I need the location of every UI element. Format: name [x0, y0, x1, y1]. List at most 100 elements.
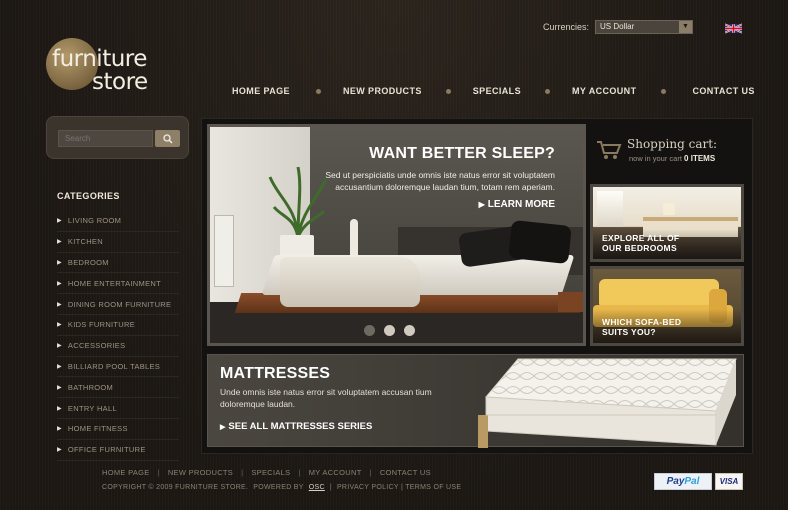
- paypal-text-pay: Pay: [666, 476, 685, 487]
- footer-separator: |: [298, 468, 301, 477]
- category-item-home-fitness[interactable]: ▶ HOME FITNESS: [57, 419, 179, 440]
- arrow-right-icon: ▶: [57, 405, 62, 412]
- hero-copy: WANT BETTER SLEEP? Sed ut perspiciatis u…: [325, 145, 555, 210]
- currency-selector: Currencies: US Dollar ▼: [543, 20, 694, 34]
- nav-specials[interactable]: SPECIALS: [473, 86, 521, 96]
- cart-title: Shopping cart:: [627, 137, 718, 151]
- currency-selected-value: US Dollar: [600, 22, 635, 31]
- promo-label-line: WHICH SOFA-BED: [602, 317, 682, 327]
- promo-label-line: EXPLORE ALL OF: [602, 233, 680, 243]
- footer-link-my-account[interactable]: MY ACCOUNT: [309, 468, 362, 477]
- mattresses-title: MATTRESSES: [220, 365, 331, 382]
- category-label: KITCHEN: [67, 237, 103, 247]
- arrow-right-icon: ▶: [57, 343, 62, 350]
- uk-flag-icon[interactable]: [725, 23, 742, 34]
- slider-dot-1[interactable]: [364, 325, 375, 336]
- category-label: DINING ROOM FURNITURE: [67, 299, 172, 309]
- footer-link-new-products[interactable]: NEW PRODUCTS: [168, 468, 233, 477]
- currency-label: Currencies:: [543, 22, 590, 32]
- category-item-accessories[interactable]: ▶ ACCESSORIES: [57, 336, 179, 357]
- arrow-right-icon: ▶: [57, 280, 62, 287]
- search-box: [46, 116, 189, 159]
- nav-home-page[interactable]: HOME PAGE: [232, 86, 290, 96]
- visa-logo: VISA: [715, 473, 743, 490]
- hero-slider[interactable]: WANT BETTER SLEEP? Sed ut perspiciatis u…: [207, 124, 586, 346]
- paypal-logo: PayPal: [654, 473, 712, 490]
- learn-more-label: LEARN MORE: [487, 199, 555, 210]
- mattresses-banner[interactable]: MATTRESSES Unde omnis iste natus error s…: [207, 354, 744, 448]
- footer-link-specials[interactable]: SPECIALS: [251, 468, 290, 477]
- store-logo[interactable]: furniture store: [46, 38, 176, 100]
- cart-status: now in your cart 0 ITEMS: [629, 154, 715, 163]
- category-item-bedroom[interactable]: ▶ BEDROOM: [57, 253, 179, 274]
- footer-separator: |: [369, 468, 372, 477]
- slider-pagination: [364, 325, 415, 336]
- category-list: ▶ LIVING ROOM ▶ KITCHEN ▶ BEDROOM ▶ HOME ENT…: [57, 211, 179, 461]
- chevron-down-icon: ▼: [679, 21, 693, 33]
- powered-by-text: POWERED BY: [253, 484, 304, 491]
- nav-contact-us[interactable]: CONTACT US: [692, 86, 754, 96]
- nav-separator-dot: [544, 88, 550, 94]
- slider-dot-3[interactable]: [404, 325, 415, 336]
- cart-status-text: now in your cart: [629, 154, 682, 163]
- hero-image-plant: [268, 167, 328, 238]
- category-label: KIDS FURNITURE: [67, 320, 136, 330]
- category-item-bathroom[interactable]: ▶ BATHROOM: [57, 377, 179, 399]
- category-item-living-room[interactable]: ▶ LIVING ROOM: [57, 211, 179, 232]
- category-item-entry-hall[interactable]: ▶ ENTRY HALL: [57, 398, 179, 419]
- footer-copyright: COPYRIGHT © 2009 FURNITURE STORE. POWERE…: [102, 484, 461, 491]
- nav-new-products[interactable]: NEW PRODUCTS: [343, 86, 422, 96]
- promo-bedrooms[interactable]: EXPLORE ALL OF OUR BEDROOMS: [590, 184, 744, 262]
- hero-image-pillow: [508, 219, 572, 265]
- arrow-right-icon: ▶: [57, 239, 62, 246]
- footer-separator: |: [329, 484, 332, 491]
- category-item-kitchen[interactable]: ▶ KITCHEN: [57, 232, 179, 253]
- category-label: ACCESSORIES: [67, 341, 126, 351]
- hero-image-nightstand: [558, 292, 583, 312]
- mattresses-description: Unde omnis iste natus error sit voluptat…: [220, 387, 432, 409]
- promo-image-lamp: [663, 203, 675, 215]
- see-all-mattresses-link[interactable]: ▶ SEE ALL MATTRESSES SERIES: [220, 421, 372, 432]
- category-item-office-furniture[interactable]: ▶ OFFICE FURNITURE: [57, 440, 179, 461]
- category-item-home-entertainment[interactable]: ▶ HOME ENTERTAINMENT: [57, 273, 179, 295]
- arrow-right-icon: ▶: [57, 447, 62, 454]
- promo-sofa-bed[interactable]: WHICH SOFA-BED SUITS YOU?: [590, 266, 744, 346]
- osc-link[interactable]: OSC: [309, 484, 325, 491]
- hero-image-wall-art: [214, 215, 234, 287]
- slider-dot-2[interactable]: [384, 325, 395, 336]
- mattress-image: [478, 358, 737, 448]
- category-label: HOME FITNESS: [67, 424, 128, 434]
- learn-more-link[interactable]: ▶ LEARN MORE: [325, 199, 555, 210]
- arrow-right-icon: ▶: [57, 301, 62, 308]
- search-input[interactable]: [58, 130, 153, 147]
- paypal-text-pal: Pal: [684, 476, 700, 487]
- arrow-right-icon: ▶: [220, 424, 226, 431]
- promo-image-window: [597, 191, 623, 227]
- category-item-billiard[interactable]: ▶ BILLIARD POOL TABLES: [57, 357, 179, 378]
- promo-bedrooms-label: EXPLORE ALL OF OUR BEDROOMS: [602, 233, 679, 253]
- search-button[interactable]: [155, 130, 180, 147]
- category-item-dining-room[interactable]: ▶ DINING ROOM FURNITURE: [57, 294, 179, 315]
- privacy-terms-links[interactable]: PRIVACY POLICY | TERMS OF USE: [337, 484, 461, 491]
- categories-heading: CATEGORIES: [57, 191, 120, 201]
- nav-separator-dot: [445, 88, 451, 94]
- nav-separator-dot: [661, 88, 667, 94]
- promo-label-line: SUITS YOU?: [602, 327, 656, 337]
- arrow-right-icon: ▶: [57, 384, 62, 391]
- arrow-right-icon: ▶: [57, 259, 62, 266]
- arrow-right-icon: ▶: [57, 218, 62, 225]
- hero-description: Sed ut perspiciatis unde omnis iste natu…: [325, 170, 555, 192]
- nav-my-account[interactable]: MY ACCOUNT: [572, 86, 637, 96]
- category-label: BATHROOM: [67, 382, 114, 392]
- footer-link-home-page[interactable]: HOME PAGE: [102, 468, 150, 477]
- see-all-label: SEE ALL MATTRESSES SERIES: [228, 421, 373, 432]
- footer-separator: |: [241, 468, 244, 477]
- shopping-cart[interactable]: Shopping cart: now in your cart 0 ITEMS: [596, 134, 746, 174]
- main-navigation: HOME PAGE NEW PRODUCTS SPECIALS MY ACCOU…: [232, 86, 755, 96]
- footer-links: HOME PAGE | NEW PRODUCTS | SPECIALS | MY…: [102, 468, 431, 477]
- category-item-kids-furniture[interactable]: ▶ KIDS FURNITURE: [57, 315, 179, 336]
- currency-dropdown[interactable]: US Dollar ▼: [595, 20, 694, 34]
- arrow-right-icon: ▶: [57, 322, 62, 329]
- arrow-right-icon: ▶: [57, 363, 62, 370]
- footer-link-contact-us[interactable]: CONTACT US: [380, 468, 431, 477]
